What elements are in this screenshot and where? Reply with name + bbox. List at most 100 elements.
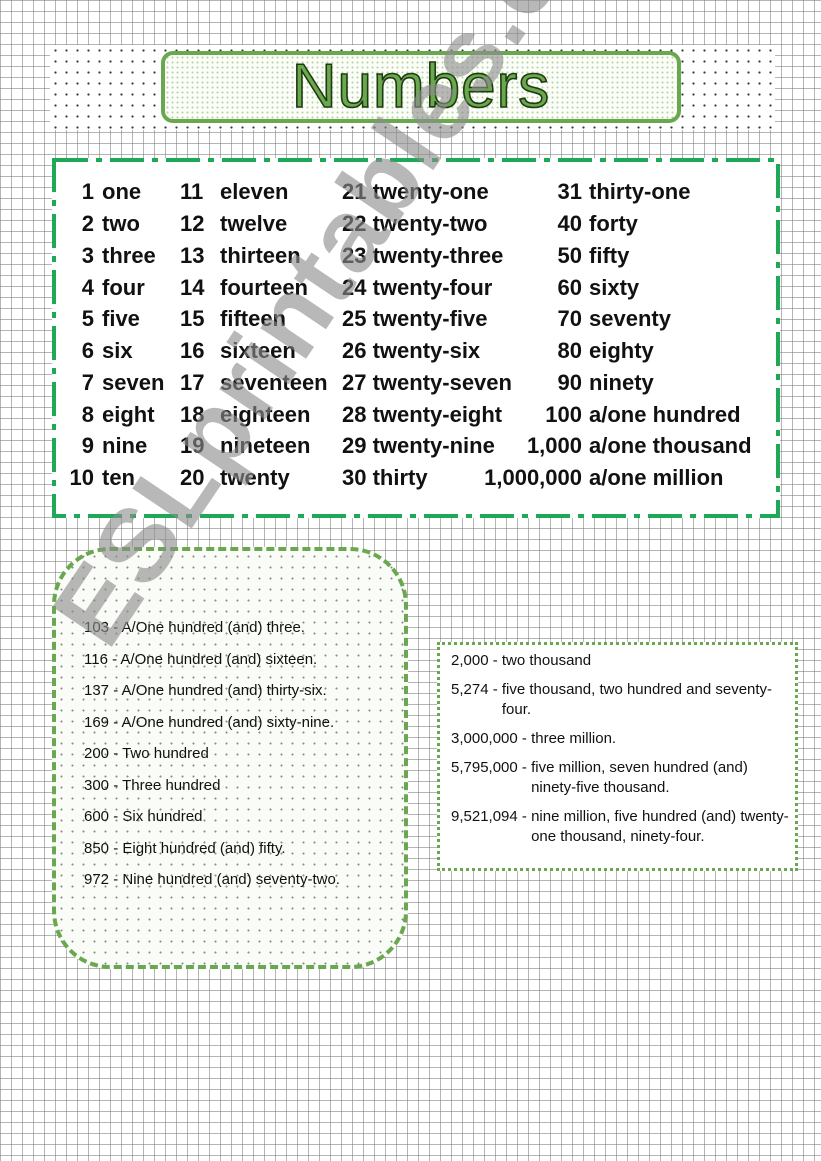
- large-number-words: five thousand, two hundred and seventy-f…: [501, 681, 773, 718]
- number-word: ten: [102, 465, 135, 490]
- number-word: fifteen: [220, 306, 286, 331]
- large-number-item: 9,521,094 - nine million, five hundred (…: [451, 807, 796, 847]
- number-word: forty: [589, 211, 638, 236]
- large-number-value: 2,000 -: [451, 652, 502, 669]
- number-word: one: [102, 179, 142, 204]
- number-digit: 15: [180, 306, 205, 331]
- large-number-words: nine million, five hundred (and) twenty-…: [531, 808, 789, 845]
- number-word: five: [102, 306, 140, 331]
- hundreds-item: 200 - Two hundred: [84, 745, 209, 762]
- number-word: nine: [102, 433, 148, 458]
- number-entry: 30 thirty: [342, 465, 428, 490]
- number-digit: 18: [180, 402, 205, 427]
- title-banner: Numbers: [161, 51, 681, 123]
- hundreds-box: 103 - A/One hundred (and) three. 116 - A/…: [52, 547, 408, 969]
- number-word: a/one hundred: [589, 402, 741, 427]
- hundreds-item: 600 - Six hundred: [84, 808, 203, 825]
- number-word: thirteen: [220, 243, 301, 268]
- number-word: three: [102, 243, 156, 268]
- number-word: a/one million: [589, 465, 724, 490]
- number-word: eighty: [589, 338, 654, 363]
- table-row: 5 five 15 fifteen 25 twenty-five 70 seventy: [52, 306, 780, 338]
- number-word: two: [102, 211, 140, 236]
- number-digit: 10: [69, 465, 94, 490]
- number-entry: 23 twenty-three: [342, 243, 504, 268]
- number-word: twenty: [220, 465, 290, 490]
- number-digit: 50: [557, 243, 582, 268]
- large-number-item: 5,274 - five thousand, two hundred and s…: [451, 680, 796, 720]
- large-number-value: 5,274 -: [451, 681, 502, 698]
- large-number-value: 9,521,094 -: [451, 808, 532, 825]
- number-word: six: [102, 338, 133, 363]
- hundreds-item: 169 - A/One hundred (and) sixty-nine.: [84, 713, 335, 731]
- table-row: 9 nine 19 nineteen 29 twenty-nine 1,000 a/one …: [52, 433, 780, 465]
- number-digit: 9: [81, 433, 94, 458]
- hundreds-item: 972 - Nine hundred (and) seventy-two.: [84, 871, 340, 888]
- hundreds-item: 103 - A/One hundred (and) three.: [84, 619, 305, 636]
- number-digit: 4: [81, 275, 94, 300]
- number-word: seventeen: [220, 370, 328, 395]
- number-word: sixty: [589, 275, 640, 300]
- table-row: 3 three 13 thirteen 23 twenty-three 50 fifty: [52, 243, 780, 275]
- hundreds-item: 137 - A/One hundred (and) thirty-six.: [84, 682, 327, 699]
- number-digit: 19: [180, 433, 205, 458]
- large-number-words: five million, seven hundred (and) ninety…: [531, 759, 748, 796]
- number-digit: 16: [180, 338, 205, 363]
- number-word: twelve: [220, 211, 288, 236]
- number-word: eight: [102, 402, 155, 427]
- number-word: seven: [102, 370, 165, 395]
- hundreds-item: 850 - Eight hundred (and) fifty.: [84, 839, 286, 857]
- large-number-words: two thousand: [501, 652, 592, 669]
- large-numbers-list: 2,000 - two thousand 5,274 - five thousan…: [451, 651, 796, 856]
- table-row: 1 one 11 eleven 21 twenty-one 31 thirty-one: [52, 179, 780, 211]
- number-word: ninety: [589, 370, 654, 395]
- hundreds-item: 300 - Three hundred: [84, 776, 221, 794]
- number-digit: 12: [180, 211, 205, 236]
- number-word: eighteen: [220, 402, 311, 427]
- number-word: four: [102, 275, 145, 300]
- large-number-item: 3,000,000 - three million.: [451, 729, 796, 749]
- large-number-item: 2,000 - two thousand: [451, 651, 796, 671]
- page-title: Numbers: [291, 52, 551, 121]
- number-entry: 29 twenty-nine: [342, 433, 495, 458]
- table-row: 10 ten 20 twenty 30 thirty 1,000,000 a/one mil…: [52, 465, 780, 497]
- number-digit: 3: [81, 243, 94, 268]
- number-digit: 90: [557, 370, 582, 395]
- table-row: 7 seven 17 seventeen 27 twenty-seven 90 ninety: [52, 370, 780, 402]
- hundreds-item: 116 - A/One hundred (and) sixteen.: [84, 650, 318, 668]
- hundreds-list: 103 - A/One hundred (and) three. 116 - A/…: [84, 619, 340, 903]
- number-digit: 60: [557, 275, 582, 300]
- large-number-value: 3,000,000 -: [451, 730, 532, 747]
- number-entry: 24 twenty-four: [342, 275, 493, 300]
- number-entry: 22 twenty-two: [342, 211, 488, 236]
- number-digit: 31: [557, 179, 582, 204]
- number-digit: 20: [180, 465, 205, 490]
- number-digit: 11: [180, 179, 204, 204]
- number-entry: 28 twenty-eight: [342, 402, 503, 427]
- number-digit: 100: [545, 402, 582, 427]
- table-row: 6 six 16 sixteen 26 twenty-six 80 eighty: [52, 338, 780, 370]
- number-word: fourteen: [220, 275, 308, 300]
- table-row: 2 two 12 twelve 22 twenty-two 40 forty: [52, 211, 780, 243]
- number-digit: 8: [81, 402, 94, 427]
- number-word: a/one thousand: [589, 433, 752, 458]
- number-digit: 7: [81, 370, 94, 395]
- number-digit: 14: [180, 275, 205, 300]
- number-word: eleven: [220, 179, 289, 204]
- large-number-item: 5,795,000 - five million, seven hundred …: [451, 758, 796, 798]
- number-word: nineteen: [220, 433, 311, 458]
- number-digit: 1,000: [526, 433, 582, 458]
- number-entry: 27 twenty-seven: [342, 370, 512, 395]
- number-digit: 1,000,000: [484, 465, 582, 490]
- large-number-words: three million.: [531, 730, 617, 747]
- number-word: fifty: [589, 243, 630, 268]
- number-digit: 13: [180, 243, 205, 268]
- number-entry: 21 twenty-one: [342, 179, 489, 204]
- number-digit: 1: [81, 179, 94, 204]
- large-number-value: 5,795,000 -: [451, 759, 532, 776]
- number-entry: 26 twenty-six: [342, 338, 481, 363]
- number-digit: 2: [81, 211, 94, 236]
- numbers-table: 1 one 11 eleven 21 twenty-one 31 thirty-one 2 tw…: [52, 158, 780, 518]
- table-row: 4 four 14 fourteen 24 twenty-four 60 sixty: [52, 275, 780, 307]
- number-word: thirty-one: [589, 179, 691, 204]
